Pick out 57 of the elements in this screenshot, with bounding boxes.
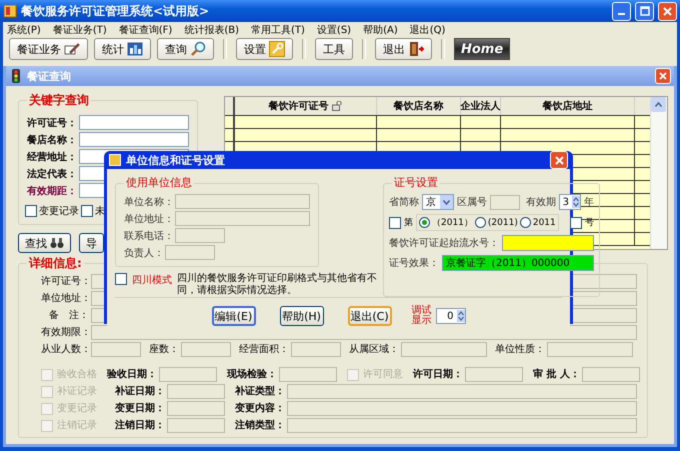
- group-title: 关键字查询: [27, 92, 91, 109]
- field-label: 验收日期：: [107, 368, 157, 382]
- group-title: 详细信息:: [27, 255, 84, 272]
- field-label: 座数：: [149, 342, 179, 356]
- radio-label: （2011）: [432, 217, 473, 229]
- checkbox-label: 补证记录: [57, 384, 97, 398]
- field-label: 联系电话：: [124, 230, 174, 242]
- field-label: 注销类型：: [235, 418, 285, 432]
- field-label: 审 批 人：: [533, 368, 580, 382]
- radio-label: (2011): [488, 218, 518, 228]
- field-label: 从业人数：: [41, 342, 89, 356]
- checkbox-label: 注销记录: [57, 418, 97, 432]
- field-label: 负责人：: [124, 246, 164, 260]
- field-label: 补证日期：: [115, 384, 165, 398]
- field-label: 区属号: [457, 196, 487, 209]
- field-label: 证号效果：: [389, 257, 439, 270]
- field-label: 单位地址：: [124, 212, 174, 226]
- field-label: 单位地址：: [41, 292, 89, 306]
- field-label: 有效期距：: [27, 184, 77, 198]
- preview-field: 京餐证字（2011）000000: [442, 255, 594, 271]
- field-label: 许可证号：: [27, 116, 77, 130]
- checkbox-label: 第: [404, 216, 413, 229]
- unit-label: 年: [584, 196, 594, 209]
- window-title: 餐证查询: [27, 68, 72, 84]
- checkbox-label: 未: [95, 204, 105, 218]
- field-label: 从属区域：: [349, 342, 399, 356]
- field-label: 备 注：: [48, 308, 89, 322]
- checkbox-label: 变更记录: [39, 204, 79, 218]
- group-title: 证号设置: [392, 175, 440, 190]
- field-label: 餐饮许可证起始流水号：: [389, 236, 499, 250]
- checkbox-label: 号: [585, 217, 594, 229]
- checkbox-label: 许可同意: [363, 368, 403, 382]
- radio-label: 2011: [532, 218, 556, 228]
- field-label: 餐店名称：: [27, 133, 77, 146]
- field-label: 现场检验：: [227, 368, 277, 382]
- field-label: 补证类型：: [235, 384, 285, 398]
- field-label: 法定代表：: [27, 167, 77, 180]
- field-label: 变更日期：: [115, 402, 165, 416]
- field-label: 许可证号：: [41, 274, 89, 288]
- field-label: 调试显示: [412, 306, 432, 326]
- field-label: 单位名称：: [124, 196, 174, 208]
- checkbox-label: 变更记录: [57, 402, 97, 416]
- field-label: 注销日期：: [115, 418, 165, 432]
- window-title: 餐饮服务许可证管理系统<试用版>: [21, 2, 210, 20]
- field-label: 有效期: [526, 196, 556, 209]
- field-label: 单位性质：: [495, 342, 545, 356]
- field-label: 有效期限：: [41, 326, 89, 340]
- note-text: 四川的餐饮服务许可证印刷格式与其他省有不同，请根据实际情况选择。: [177, 273, 377, 297]
- dialog-title: 单位信息和证号设置: [126, 152, 226, 168]
- field-label: 省简称: [389, 196, 419, 209]
- field-label: 经营地址：: [27, 150, 77, 164]
- field-label: 许可日期：: [413, 368, 463, 382]
- field-label: 变更内容：: [235, 402, 285, 416]
- group-title: 使用单位信息: [124, 175, 194, 190]
- field-label: 经营面积：: [239, 342, 289, 356]
- checkbox-label: 验收合格: [57, 368, 97, 382]
- checkbox-label: 四川模式: [132, 274, 172, 287]
